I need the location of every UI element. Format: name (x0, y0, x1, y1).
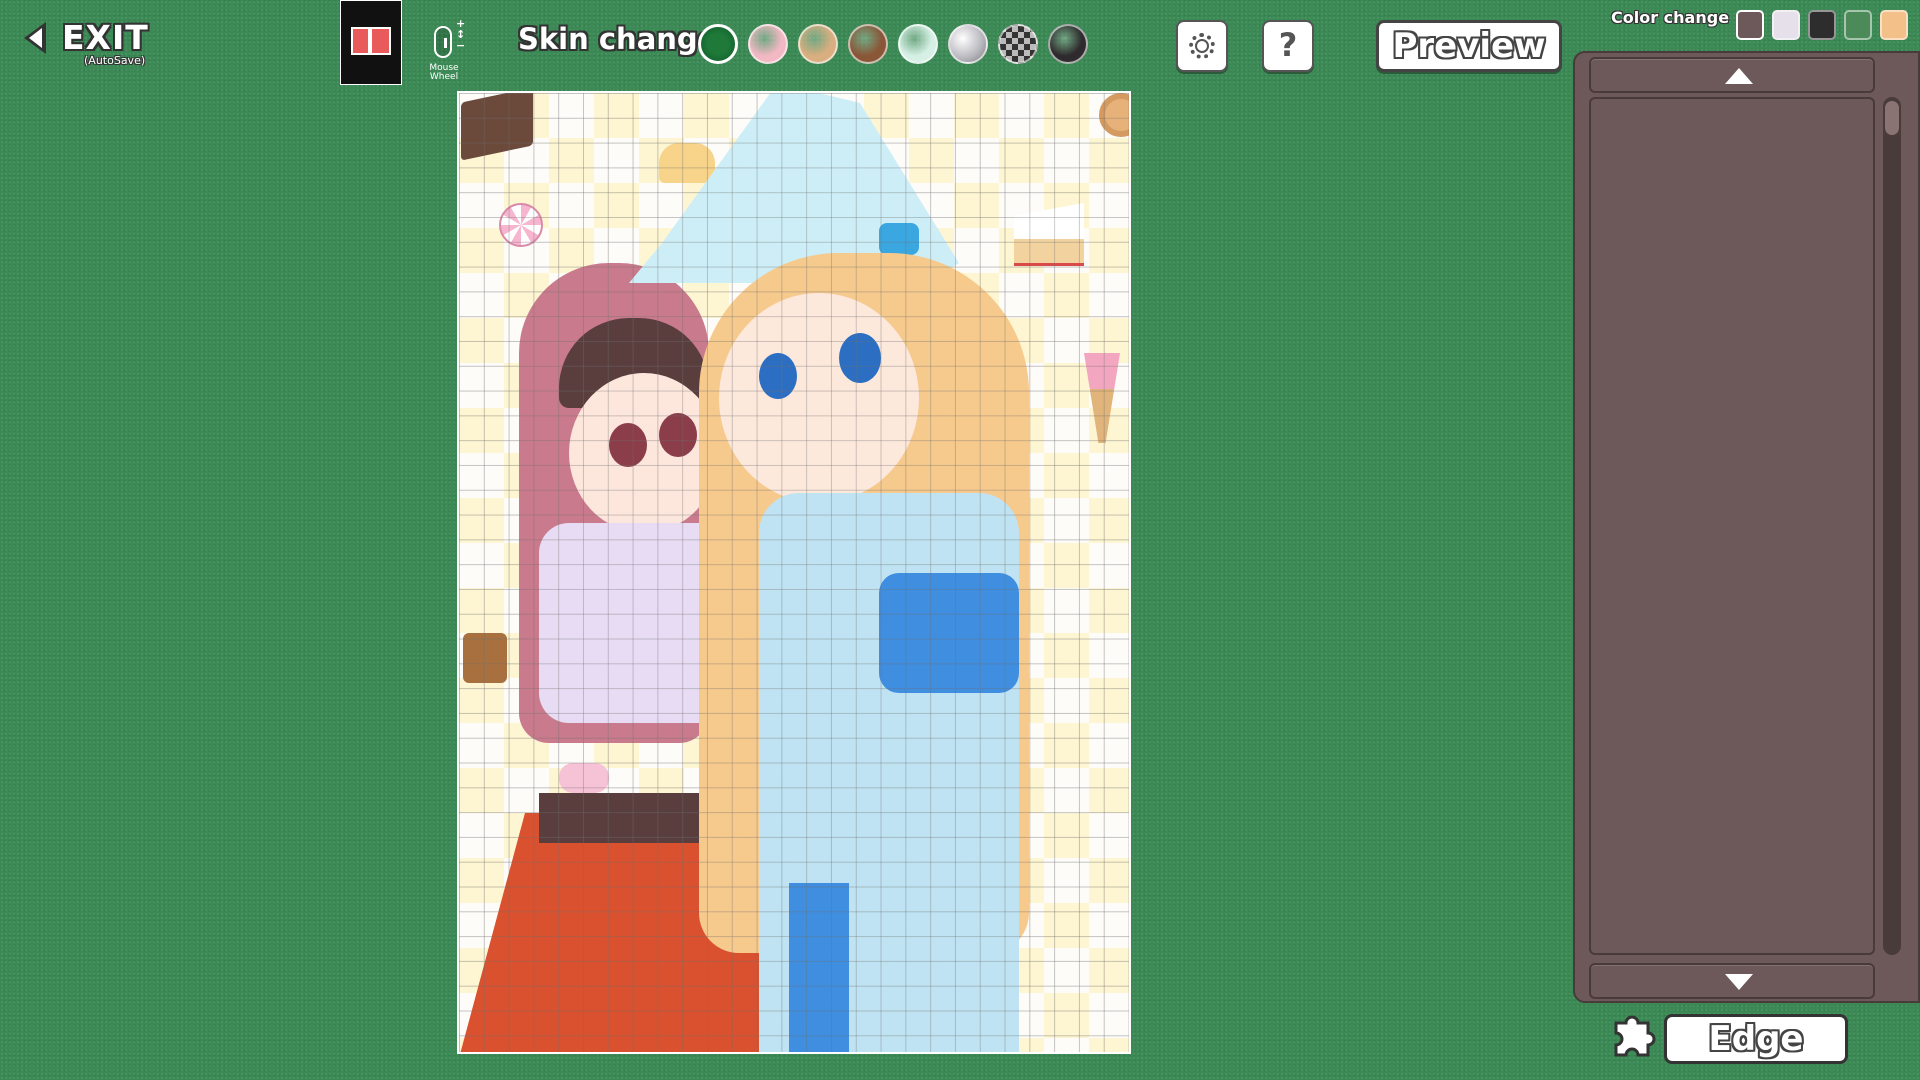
wheel-plus: + (456, 17, 466, 30)
preview-label: Preview (1392, 26, 1546, 66)
settings-button[interactable] (1176, 20, 1228, 72)
panel-color-green[interactable] (1844, 10, 1872, 40)
exit-label: EXIT (62, 18, 149, 57)
piece-tray[interactable] (1589, 97, 1875, 955)
skin-change-label: Skin change (518, 22, 718, 56)
pause-icon (351, 27, 391, 55)
skin-swatch-mint[interactable] (898, 24, 938, 64)
panel-color-mauve[interactable] (1736, 10, 1764, 40)
mouse-wheel-indicator: + ↕ − Mouse Wheel (429, 17, 466, 82)
wheel-minus: − (456, 39, 466, 52)
edge-button[interactable]: Edge (1664, 1014, 1848, 1064)
chevron-up-icon (1725, 68, 1753, 84)
skin-swatch-silver[interactable] (948, 24, 988, 64)
chevron-down-icon (1725, 974, 1753, 990)
skin-swatch-dark[interactable] (1048, 24, 1088, 64)
puzzle-board[interactable] (457, 91, 1131, 1054)
mouse-icon (434, 26, 452, 58)
preview-button[interactable]: Preview (1376, 20, 1562, 72)
skin-swatch-green-felt[interactable] (698, 24, 738, 64)
tray-scroll-up-button[interactable] (1589, 57, 1875, 93)
skin-swatch-checker[interactable] (998, 24, 1038, 64)
puzzle-piece-grid (459, 93, 1129, 1052)
exit-button[interactable]: EXIT (AutoSave) (22, 18, 152, 74)
panel-color-dark[interactable] (1808, 10, 1836, 40)
question-icon: ? (1278, 26, 1298, 64)
autosave-label: (AutoSave) (84, 54, 146, 67)
piece-tray-panel (1573, 51, 1920, 1003)
edge-label: Edge (1708, 1019, 1804, 1059)
skin-swatch-brown[interactable] (848, 24, 888, 64)
mouse-wheel-caption: Mouse Wheel (429, 63, 459, 82)
panel-color-tan[interactable] (1880, 10, 1908, 40)
skin-swatch-beige[interactable] (798, 24, 838, 64)
panel-color-light[interactable] (1772, 10, 1800, 40)
help-button[interactable]: ? (1262, 20, 1314, 72)
puzzle-piece-icon (1614, 1015, 1656, 1057)
tray-scroll-down-button[interactable] (1589, 963, 1875, 999)
pause-button[interactable] (340, 0, 402, 85)
tray-scrollbar[interactable] (1883, 97, 1901, 955)
color-change-label: Color change (1611, 8, 1730, 27)
skin-swatch-pink[interactable] (748, 24, 788, 64)
tray-scrollbar-thumb[interactable] (1885, 101, 1899, 135)
